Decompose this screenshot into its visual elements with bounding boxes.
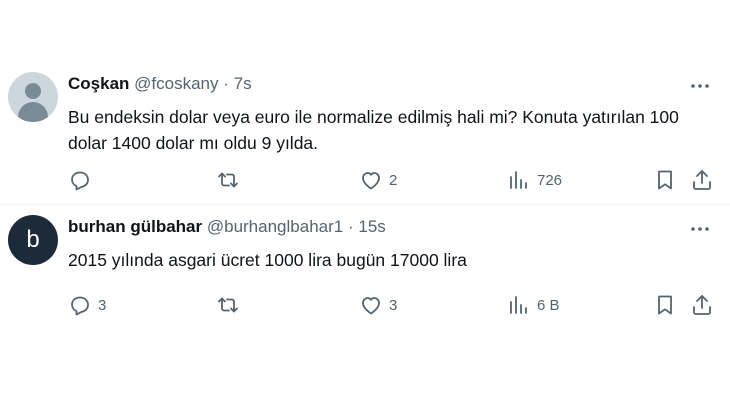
like-button[interactable]: 2 (359, 168, 397, 192)
more-icon[interactable] (690, 221, 710, 237)
retweet-button[interactable] (216, 293, 246, 317)
separator-dot: · (347, 217, 354, 236)
retweet-icon (216, 168, 240, 192)
retweet-button[interactable] (216, 168, 246, 192)
share-button[interactable] (690, 168, 714, 192)
like-count: 3 (389, 296, 398, 314)
bookmark-button[interactable] (653, 168, 677, 192)
like-icon (359, 293, 383, 317)
avatar-body (18, 102, 48, 122)
tweet-header: Coşkan @fcoskany · 7s (68, 74, 252, 94)
share-button[interactable] (690, 293, 714, 317)
like-count: 2 (389, 171, 398, 189)
separator-dot: · (223, 74, 229, 93)
reply-button[interactable] (68, 168, 98, 192)
tweet-header: burhan gülbahar @burhanglbahar1 · 15s (68, 217, 386, 237)
action-bar: 2 726 (68, 168, 718, 192)
avatar[interactable]: b (8, 215, 58, 265)
timestamp[interactable]: 7s (234, 74, 252, 93)
display-name[interactable]: burhan gülbahar (68, 217, 202, 236)
tweet[interactable]: b burhan gülbahar @burhanglbahar1 · 15s … (0, 205, 730, 335)
views-icon (507, 293, 531, 317)
avatar[interactable] (8, 72, 58, 122)
views-button[interactable]: 6 B (507, 293, 560, 317)
reply-icon (68, 168, 92, 192)
retweet-icon (216, 293, 240, 317)
more-icon[interactable] (690, 78, 710, 94)
bookmark-button[interactable] (653, 293, 677, 317)
tweet-text: Bu endeksin dolar veya euro ile normaliz… (68, 107, 679, 153)
bookmark-icon (653, 168, 677, 192)
display-name[interactable]: Coşkan (68, 74, 129, 93)
tweet-feed: Coşkan @fcoskany · 7s Bu endeksin dolar … (0, 0, 730, 420)
reply-icon (68, 293, 92, 317)
reply-button[interactable]: 3 (68, 293, 106, 317)
view-count: 726 (537, 171, 563, 189)
bookmark-icon (653, 293, 677, 317)
share-icon (690, 293, 714, 317)
view-count: 6 B (537, 296, 560, 314)
views-icon (507, 168, 531, 192)
tweet[interactable]: Coşkan @fcoskany · 7s Bu endeksin dolar … (0, 62, 730, 204)
reply-count: 3 (98, 296, 107, 314)
avatar-head (25, 83, 41, 99)
like-icon (359, 168, 383, 192)
user-handle[interactable]: @fcoskany (134, 74, 218, 93)
like-button[interactable]: 3 (359, 293, 397, 317)
timestamp[interactable]: 15s (358, 217, 385, 236)
views-button[interactable]: 726 (507, 168, 562, 192)
share-icon (690, 168, 714, 192)
tweet-text: 2015 yılında asgari ücret 1000 lira bugü… (68, 250, 467, 270)
action-bar: 3 3 6 B (68, 293, 718, 317)
user-handle[interactable]: @burhanglbahar1 (207, 217, 343, 236)
